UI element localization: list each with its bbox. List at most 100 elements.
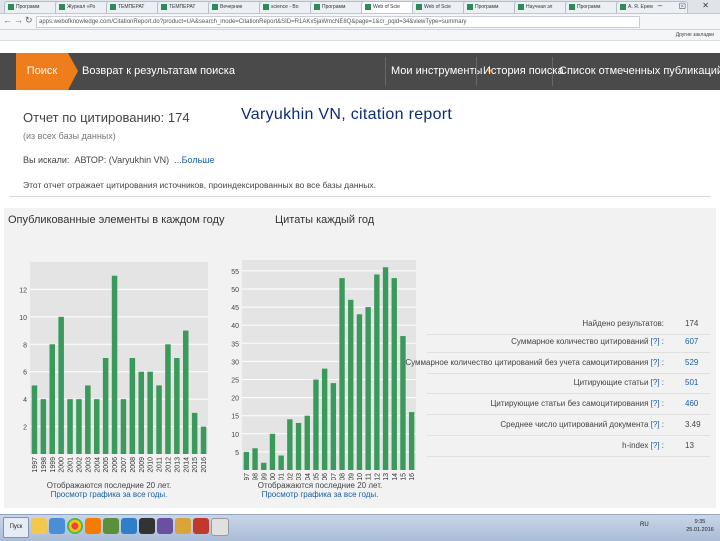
x-tick-label: 1999 [50,457,57,473]
url-field[interactable]: apps.webofknowledge.com/CitationReport.d… [36,16,640,28]
footnote-text: Отображаются последние 20 лет. [257,481,383,490]
x-tick-label: 2007 [331,473,338,480]
bar [313,379,319,470]
document-icon[interactable] [211,518,229,536]
tab-favicon-icon [110,4,116,10]
tab-label: Программ [16,4,40,10]
help-link[interactable]: [?] [651,337,660,346]
x-tick-label: 2010 [357,473,364,480]
window-controls[interactable]: – ▢ ✕ [658,1,716,10]
app-icon[interactable] [193,518,209,534]
system-clock[interactable]: 9:35 25.01.2016 [683,518,717,534]
y-tick-label: 25 [231,377,239,384]
tab-label: Web of Scie [424,4,451,10]
bookmarks-bar: Другие закладки [0,30,720,41]
tab-favicon-icon [59,4,65,10]
x-tick-label: 2004 [94,457,101,473]
x-tick-label: 2013 [383,473,390,480]
bar [295,422,302,470]
explorer-icon[interactable] [121,518,137,534]
app-icon[interactable] [103,518,119,534]
back-arrow-icon[interactable]: ← [3,15,14,25]
tab-favicon-icon [365,4,371,10]
stat-row: Среднее число цитирований документа [?] … [427,415,710,436]
chart-footnote-publications: Отображаются последние 20 лет. Просмотр … [8,481,210,499]
help-link[interactable]: [?] [651,399,660,408]
tab-favicon-icon [518,4,524,10]
stat-value[interactable]: 501 [685,373,698,393]
y-tick-label: 50 [231,287,239,294]
clock-time: 9:35 [694,519,706,525]
other-bookmarks-label[interactable]: Другие закладки [676,30,714,40]
help-link[interactable]: [?] [651,358,660,367]
bar [200,426,207,454]
folder-icon[interactable] [31,518,47,534]
stat-value: 174 [685,319,699,328]
x-tick-label: 2008 [130,457,137,473]
stat-row: Суммарное количество цитирований без уче… [405,353,710,374]
plot-area [30,262,208,454]
tab-label: Научная эл [526,4,553,10]
media-icon[interactable] [49,518,65,534]
stat-label: Найдено результатов: [582,319,664,328]
bar [330,383,337,470]
stat-label: Суммарное количество цитирований [?] : [511,337,664,346]
bar [321,368,328,470]
app-icon[interactable] [157,518,173,534]
y-tick-label: 30 [231,359,239,366]
help-link[interactable]: [?] [651,441,660,450]
view-all-years-link[interactable]: Просмотр графика за все годы. [222,490,418,499]
search-tab-arrow [68,53,78,90]
stat-value[interactable]: 607 [685,332,698,352]
tab-label: ТЕМПЕРАТ [169,4,196,10]
language-indicator[interactable]: RU [640,522,649,528]
bar [111,275,118,454]
search-tab[interactable]: Поиск [16,53,68,90]
bar [102,358,109,454]
x-tick-label: 2016 [409,473,416,480]
start-button[interactable]: Пуск [3,517,29,538]
reload-icon[interactable]: ↻ [25,15,35,25]
x-tick-label: 2007 [121,457,128,473]
chrome-icon[interactable] [67,518,83,534]
app-icon[interactable] [175,518,191,534]
help-link[interactable]: [?] [651,420,660,429]
report-subtitle: (из всех базы данных) [23,131,116,141]
x-tick-label: 2005 [103,457,110,473]
x-tick-label: 2010 [148,457,155,473]
x-tick-label: 2006 [322,473,329,480]
x-tick-label: 2002 [76,457,83,473]
console-icon[interactable] [139,518,155,534]
chart-title-publications: Опубликованные элементы в каждом году [8,214,225,226]
x-tick-label: 1997 [244,473,251,480]
report-title: Отчет по цитированию: 174 [23,110,190,125]
marked-list-link[interactable]: Список отмеченных публикаций [559,53,720,90]
stat-label: Цитирующие статьи без самоцитирования [?… [490,399,664,408]
bar [304,415,310,470]
plot-area [242,260,416,470]
bar [76,399,82,454]
y-tick-label: 4 [23,397,27,404]
my-tools-menu[interactable]: Мои инструменты ▼ [391,53,493,90]
view-all-years-link[interactable]: Просмотр графика за все годы. [8,490,210,499]
stat-value[interactable]: 529 [685,353,698,373]
more-link[interactable]: ...Больше [174,155,214,165]
clock-date: 25.01.2016 [686,527,714,533]
bar [31,385,38,454]
stat-row: h-index [?] : 13 [427,436,710,457]
header-divider [385,57,386,86]
stat-value[interactable]: 460 [685,394,698,414]
help-link[interactable]: [?] [651,378,660,387]
bar [278,455,284,470]
stat-row: Цитирующие статьи без самоцитирования [?… [427,394,710,415]
bar [391,278,397,470]
bar [165,344,171,454]
tab-favicon-icon [8,4,14,10]
forward-arrow-icon[interactable]: → [14,15,25,25]
tab-label: Журнал «Ро [67,4,96,10]
stat-value: 13 [685,441,694,450]
nav-buttons[interactable]: ←→↻ [3,15,35,26]
firefox-icon[interactable] [85,518,101,534]
x-tick-label: 1997 [32,457,39,473]
back-to-results-link[interactable]: Возврат к результатам поиска [82,53,235,90]
